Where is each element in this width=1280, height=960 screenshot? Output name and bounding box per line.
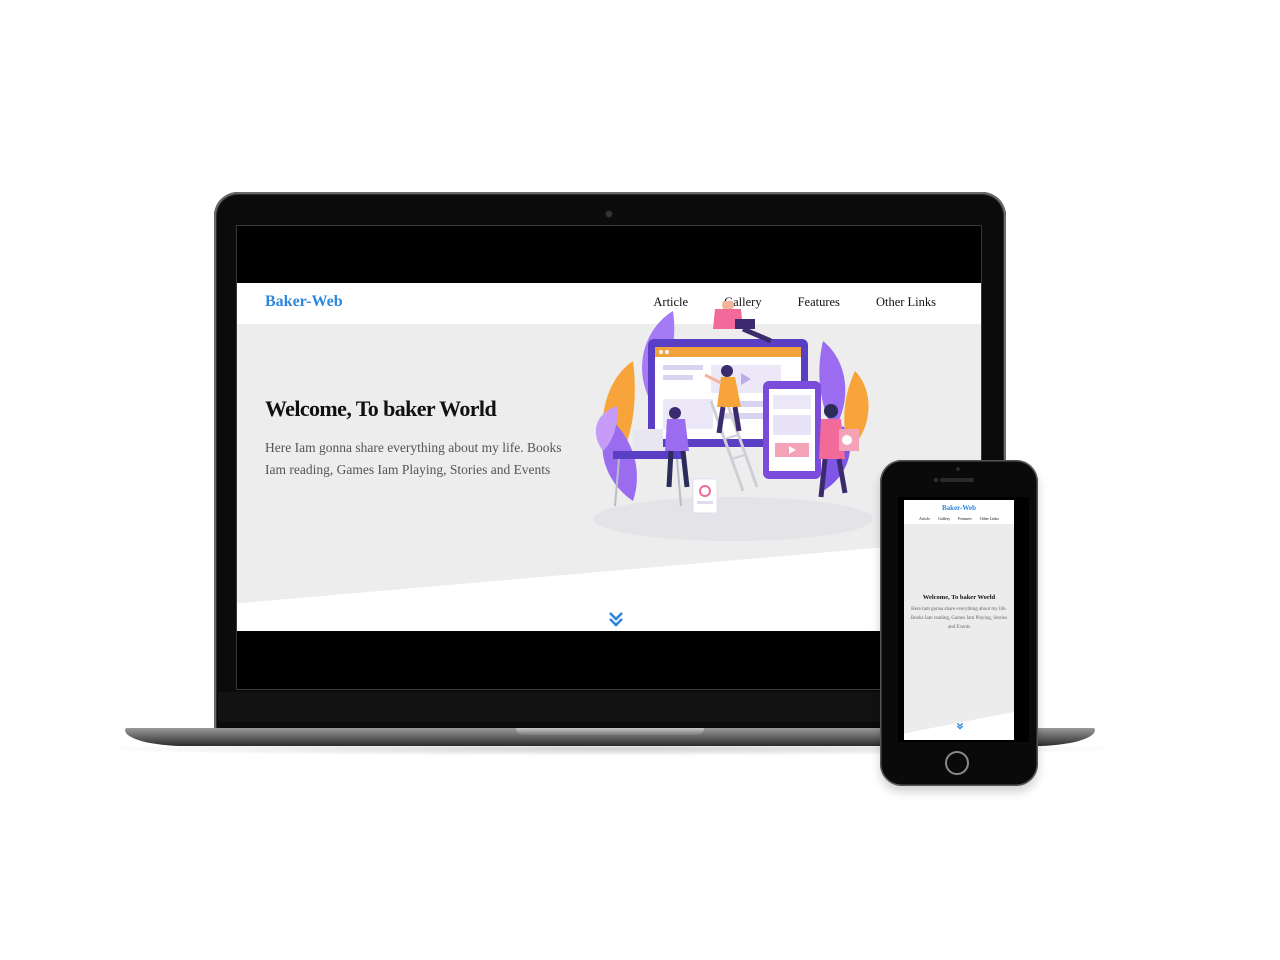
brand-logo[interactable]: Baker-Web (265, 293, 343, 311)
phone-home-button[interactable] (945, 751, 969, 775)
mobile-nav-link-article[interactable]: Article (919, 516, 930, 521)
nav-link-other-links[interactable]: Other Links (876, 295, 936, 310)
phone-speaker (940, 478, 974, 482)
mobile-nav-link-other-links[interactable]: Other Links (980, 516, 999, 521)
laptop-camera (606, 211, 612, 217)
phone-camera (934, 478, 938, 482)
laptop-notch (516, 728, 704, 735)
hero-text: Here Iam gonna share everything about my… (265, 440, 562, 477)
mobile-website: Baker-Web Article Gallery Features Other… (904, 500, 1014, 740)
phone-sensor (956, 467, 960, 471)
mobile-double-chevron-down-icon[interactable] (956, 722, 964, 730)
mobile-nav-link-features[interactable]: Features (958, 516, 972, 521)
hero-title: Welcome, To baker World (265, 396, 497, 421)
mobile-hero-background (904, 524, 1014, 734)
web-design-team-illustration (593, 301, 873, 541)
mobile-hero-title: Welcome, To baker World (922, 594, 996, 601)
device-mockup-stage: Baker-Web Article Gallery Features Other… (0, 0, 1280, 960)
mobile-brand-logo[interactable]: Baker-Web (904, 504, 1014, 512)
desktop-website: Baker-Web Article Gallery Features Other… (237, 283, 981, 631)
mobile-nav-links: Article Gallery Features Other Links (904, 516, 1014, 521)
mobile-nav-link-gallery[interactable]: Gallery (938, 516, 950, 521)
double-chevron-down-icon[interactable] (607, 610, 625, 628)
mobile-hero-text: Here Iam gonna share everything about my… (910, 607, 1008, 630)
